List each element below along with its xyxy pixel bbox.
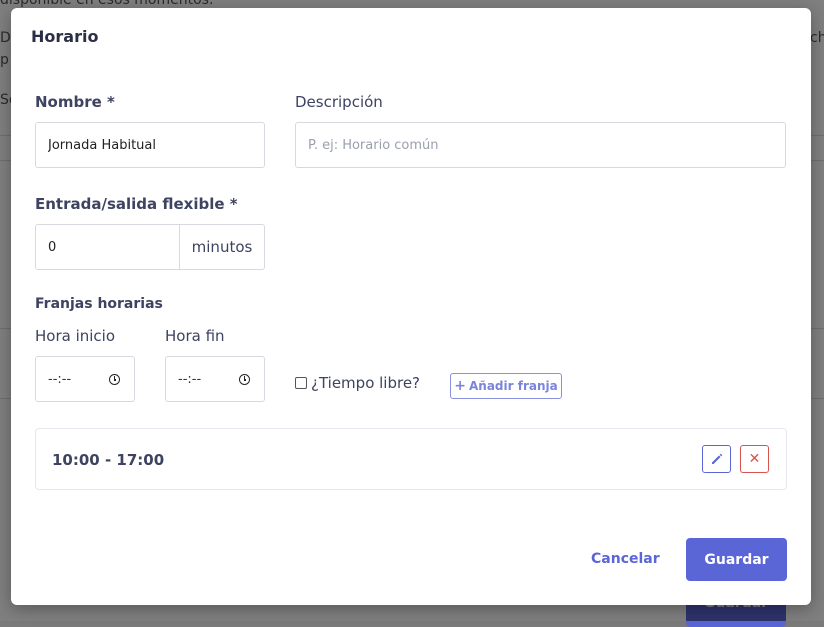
schedule-modal: Horario Nombre * Descripción Entrada/sal…: [11, 8, 811, 605]
nombre-label: Nombre *: [35, 93, 115, 111]
hora-inicio-input[interactable]: --:--: [35, 356, 135, 402]
clock-icon[interactable]: [109, 373, 120, 385]
save-button[interactable]: Guardar: [686, 538, 787, 581]
tiempo-libre-label: ¿Tiempo libre?: [311, 374, 421, 392]
close-icon: ✕: [748, 451, 761, 467]
franja-time-range: 10:00 - 17:00: [52, 451, 165, 469]
nombre-input[interactable]: [35, 122, 265, 168]
hora-inicio-value: --:--: [48, 371, 72, 387]
clock-icon[interactable]: [239, 373, 250, 385]
hora-fin-input[interactable]: --:--: [165, 356, 265, 402]
tiempo-libre-option[interactable]: ¿Tiempo libre?: [295, 374, 420, 392]
delete-franja-button[interactable]: ✕: [740, 445, 769, 473]
edit-franja-button[interactable]: [702, 445, 731, 473]
hora-fin-value: --:--: [178, 371, 202, 387]
minutes-addon: minutos: [180, 224, 265, 270]
flexible-minutes-input[interactable]: [35, 224, 180, 270]
flexible-label: Entrada/salida flexible *: [35, 195, 238, 213]
add-franja-button[interactable]: + Añadir franja: [450, 373, 562, 399]
tiempo-libre-checkbox[interactable]: [295, 377, 307, 389]
franja-item: 10:00 - 17:00 ✕: [35, 428, 787, 490]
plus-icon: +: [454, 378, 466, 394]
hora-inicio-label: Hora inicio: [35, 327, 116, 345]
add-franja-label: Añadir franja: [469, 379, 558, 393]
descripcion-label: Descripción: [295, 93, 383, 111]
pencil-icon: [711, 453, 722, 464]
descripcion-input[interactable]: [295, 122, 786, 168]
modal-title: Horario: [31, 27, 99, 46]
hora-fin-label: Hora fin: [165, 327, 225, 345]
franjas-heading: Franjas horarias: [35, 296, 163, 312]
cancel-button[interactable]: Cancelar: [591, 551, 660, 567]
